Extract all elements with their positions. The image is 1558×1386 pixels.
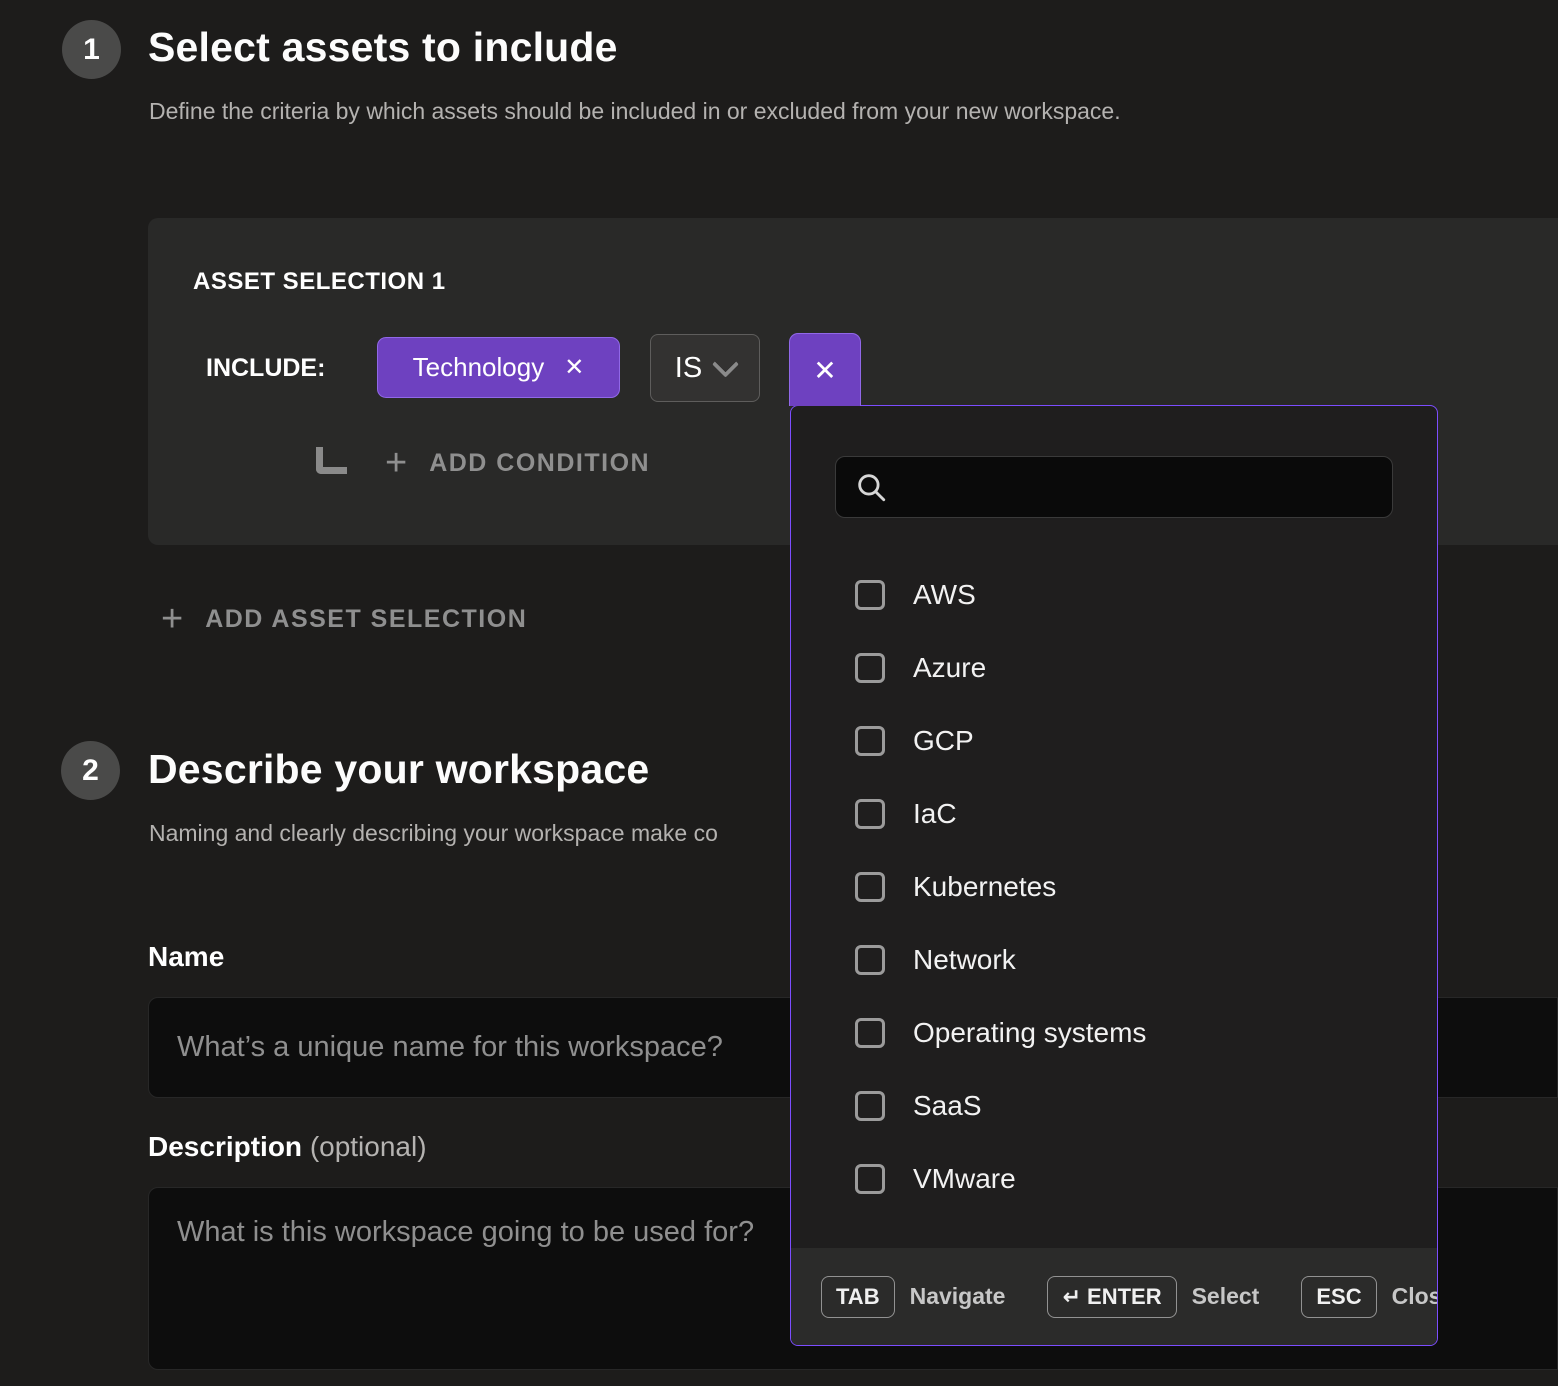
- add-asset-selection-button[interactable]: + ADD ASSET SELECTION: [161, 600, 527, 638]
- option-label: IaC: [913, 798, 957, 830]
- description-label-text: Description: [148, 1131, 302, 1162]
- chevron-down-icon: [712, 350, 739, 377]
- add-condition-label: ADD CONDITION: [429, 449, 650, 478]
- technology-options-dropdown: AWS Azure GCP IaC Kubernetes Network Operating…: [790, 405, 1438, 1346]
- dropdown-option-operating-systems[interactable]: Operating systems: [791, 996, 1437, 1069]
- add-asset-selection-label: ADD ASSET SELECTION: [205, 605, 527, 634]
- chip-remove-icon[interactable]: ✕: [564, 356, 584, 380]
- option-label: Kubernetes: [913, 871, 1056, 903]
- operator-value: IS: [675, 352, 702, 385]
- description-optional-text: (optional): [310, 1131, 427, 1162]
- option-label: Operating systems: [913, 1017, 1146, 1049]
- step-1-title: Select assets to include: [148, 24, 618, 71]
- checkbox-icon[interactable]: [855, 799, 885, 829]
- search-icon: [854, 470, 888, 504]
- dropdown-option-aws[interactable]: AWS: [791, 558, 1437, 631]
- name-field-label: Name: [148, 941, 224, 973]
- option-label: SaaS: [913, 1090, 982, 1122]
- dropdown-option-gcp[interactable]: GCP: [791, 704, 1437, 777]
- keyboard-hint-select: ↵ ENTER Select: [1047, 1276, 1301, 1318]
- checkbox-icon[interactable]: [855, 726, 885, 756]
- plus-icon: +: [385, 444, 407, 482]
- option-label: VMware: [913, 1163, 1016, 1195]
- checkbox-icon[interactable]: [855, 653, 885, 683]
- plus-icon: +: [161, 600, 183, 638]
- checkbox-icon[interactable]: [855, 872, 885, 902]
- dropdown-footer: TAB Navigate ↵ ENTER Select ESC Close: [791, 1248, 1437, 1345]
- checkbox-icon[interactable]: [855, 580, 885, 610]
- option-label: Network: [913, 944, 1016, 976]
- dropdown-search[interactable]: [835, 456, 1393, 518]
- dropdown-option-vmware[interactable]: VMware: [791, 1142, 1437, 1215]
- keycap: TAB: [821, 1276, 895, 1318]
- add-condition-button[interactable]: + ADD CONDITION: [316, 444, 650, 482]
- operator-select[interactable]: IS: [650, 334, 760, 402]
- option-label: AWS: [913, 579, 976, 611]
- keycap-action-label: Select: [1192, 1283, 1260, 1310]
- dropdown-option-saas[interactable]: SaaS: [791, 1069, 1437, 1142]
- technology-chip[interactable]: Technology ✕: [377, 337, 620, 398]
- nested-corner-icon: [316, 447, 347, 474]
- dropdown-option-kubernetes[interactable]: Kubernetes: [791, 850, 1437, 923]
- include-label: INCLUDE:: [206, 354, 325, 383]
- dropdown-option-azure[interactable]: Azure: [791, 631, 1437, 704]
- checkbox-icon[interactable]: [855, 1091, 885, 1121]
- step-2-badge: 2: [61, 741, 120, 800]
- keycap-action-label: Navigate: [910, 1283, 1006, 1310]
- checkbox-icon[interactable]: [855, 945, 885, 975]
- dropdown-search-input[interactable]: [902, 471, 1374, 504]
- checkbox-icon[interactable]: [855, 1018, 885, 1048]
- keyboard-hint-navigate: TAB Navigate: [821, 1276, 1047, 1318]
- dropdown-close-button[interactable]: ✕: [789, 333, 861, 406]
- keyboard-hint-close: ESC Close: [1301, 1276, 1438, 1318]
- step-1-subtitle: Define the criteria by which assets shou…: [149, 98, 1121, 125]
- keycap-action-label: Close: [1392, 1283, 1438, 1310]
- step-2-subtitle: Naming and clearly describing your works…: [149, 820, 718, 847]
- asset-selection-card-title: ASSET SELECTION 1: [193, 268, 446, 296]
- create-workspace-screen: 1 Select assets to include Define the cr…: [0, 0, 1558, 1386]
- dropdown-options: AWS Azure GCP IaC Kubernetes Network Operating…: [791, 558, 1437, 1215]
- checkbox-icon[interactable]: [855, 1164, 885, 1194]
- keycap: ↵ ENTER: [1047, 1276, 1176, 1318]
- option-label: Azure: [913, 652, 986, 684]
- step-2-title: Describe your workspace: [148, 746, 649, 793]
- keycap: ESC: [1301, 1276, 1376, 1318]
- dropdown-option-iac[interactable]: IaC: [791, 777, 1437, 850]
- technology-chip-label: Technology: [413, 352, 545, 383]
- option-label: GCP: [913, 725, 974, 757]
- step-1-badge: 1: [62, 20, 121, 79]
- dropdown-option-network[interactable]: Network: [791, 923, 1437, 996]
- description-field-label: Description (optional): [148, 1131, 427, 1163]
